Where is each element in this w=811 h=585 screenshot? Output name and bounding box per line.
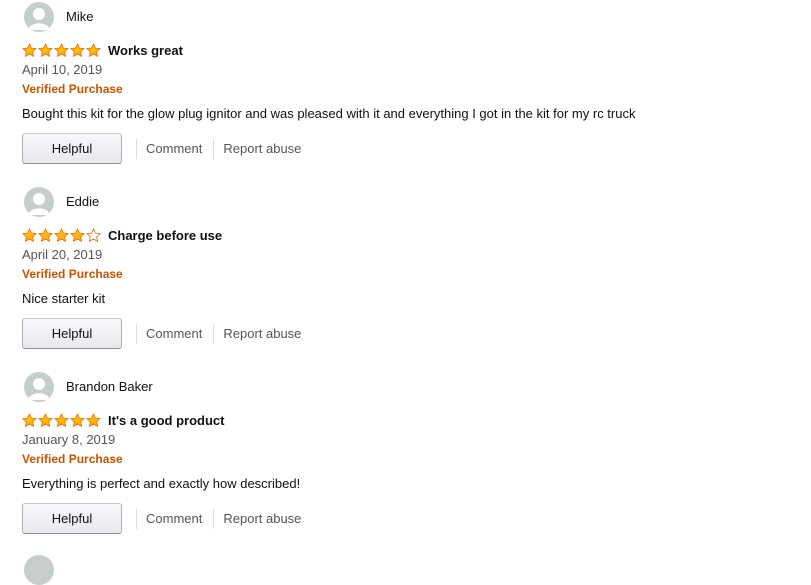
star-filled-icon [22,227,37,242]
review-title[interactable]: Works great [108,43,183,58]
rating-row: Works great [22,42,183,58]
comment-link[interactable]: Comment [146,141,202,156]
star-filled-icon [54,412,69,427]
star-filled-icon [38,412,53,427]
divider [213,323,215,344]
star-filled-icon [70,412,85,427]
divider [213,508,215,529]
helpful-button[interactable]: Helpful [22,318,122,349]
star-filled-icon [38,42,53,57]
comment-link[interactable]: Comment [146,326,202,341]
comment-link[interactable]: Comment [146,511,202,526]
review-date: January 8, 2019 [22,432,116,447]
reviewer-profile[interactable]: Brandon Baker [24,371,153,402]
star-filled-icon [22,412,37,427]
review-title[interactable]: Charge before use [108,228,222,243]
avatar-icon [24,1,54,32]
divider [213,138,215,159]
reviewer-name: Mike [66,9,94,24]
avatar-icon [24,371,54,402]
star-filled-icon [86,412,101,427]
star-filled-icon [70,42,85,57]
review-date: April 20, 2019 [22,247,103,262]
star-rating[interactable] [22,227,101,243]
star-filled-icon [70,227,85,242]
helpful-button[interactable]: Helpful [22,133,122,164]
verified-purchase-badge: Verified Purchase [22,452,123,466]
divider [136,323,137,344]
review-body: Bought this kit for the glow plug ignito… [22,106,636,121]
star-filled-icon [54,227,69,242]
review-title[interactable]: It's a good product [108,413,224,428]
report-abuse-link[interactable]: Report abuse [223,511,301,526]
reviewer-name: Brandon Baker [66,379,153,394]
verified-purchase-badge: Verified Purchase [22,82,123,96]
avatar-icon [24,186,54,217]
review-actions: Helpful Comment Report abuse [22,503,301,534]
star-filled-icon [86,42,101,57]
rating-row: It's a good product [22,412,224,428]
review-actions: Helpful Comment Report abuse [22,133,301,164]
review-body: Everything is perfect and exactly how de… [22,476,301,491]
reviewer-name: Eddie [66,194,100,209]
star-filled-icon [22,42,37,57]
verified-purchase-badge: Verified Purchase [22,267,123,281]
report-abuse-link[interactable]: Report abuse [223,326,301,341]
star-outline-icon [86,227,101,242]
helpful-button[interactable]: Helpful [22,503,122,534]
review-actions: Helpful Comment Report abuse [22,318,301,349]
divider [136,508,137,529]
review-body: Nice starter kit [22,291,106,306]
star-rating[interactable] [22,42,101,58]
reviewer-profile[interactable]: Mike [24,1,93,32]
divider [136,138,137,159]
star-filled-icon [54,42,69,57]
reviewer-profile[interactable]: Eddie [24,186,99,217]
rating-row: Charge before use [22,227,222,243]
star-filled-icon [38,227,53,242]
report-abuse-link[interactable]: Report abuse [223,141,301,156]
star-rating[interactable] [22,412,101,428]
review-date: April 10, 2019 [22,62,103,77]
